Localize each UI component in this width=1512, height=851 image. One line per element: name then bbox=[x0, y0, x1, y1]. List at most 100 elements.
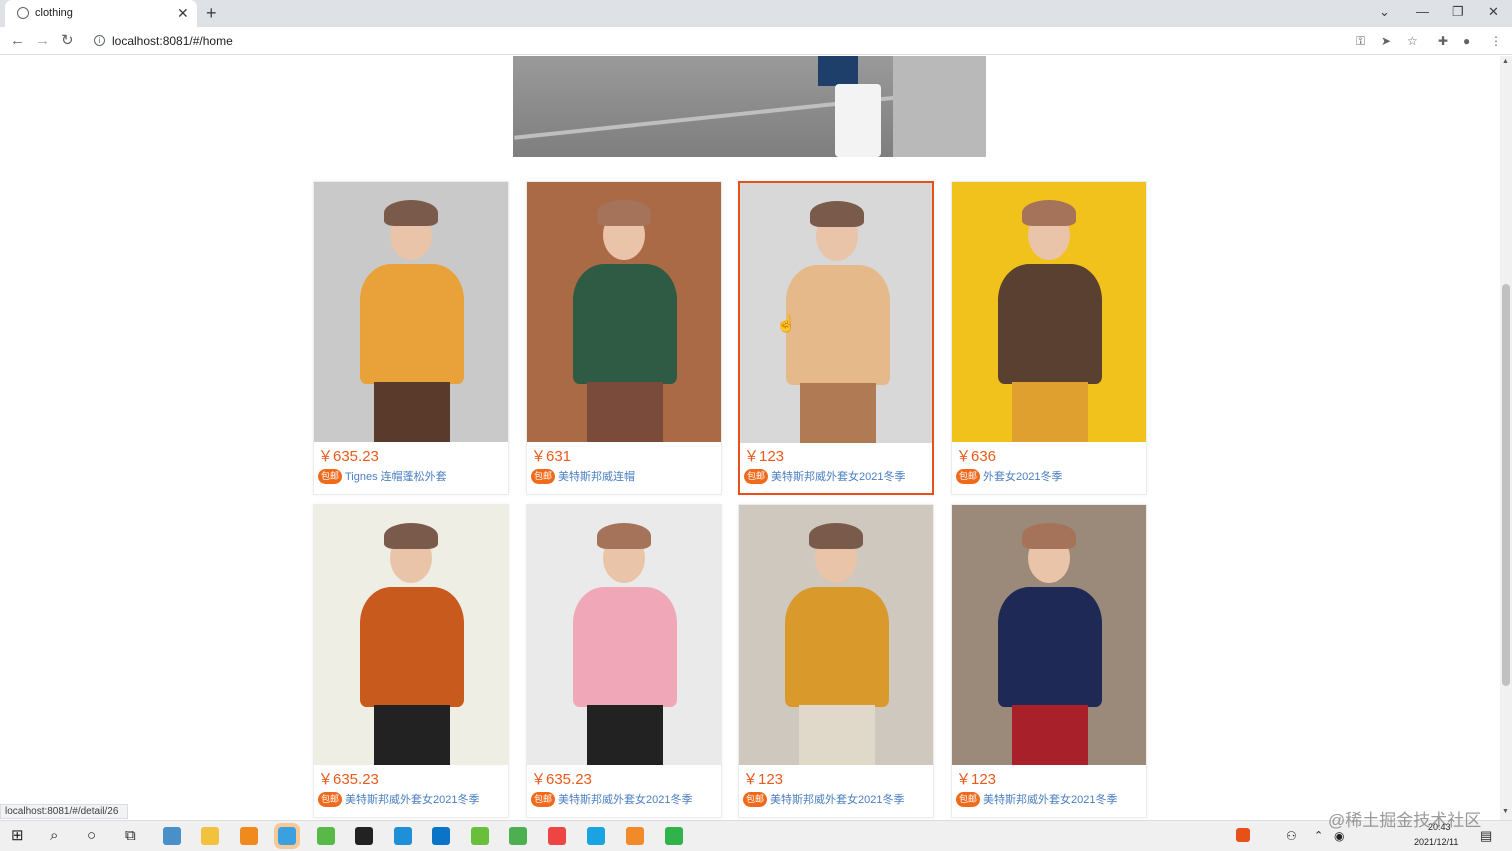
page-scrollbar[interactable]: ▲ ▼ bbox=[1500, 56, 1512, 820]
send-icon[interactable]: ➤ bbox=[1381, 34, 1391, 48]
globe-icon bbox=[17, 7, 29, 19]
minimize-icon[interactable]: — bbox=[1416, 4, 1429, 20]
product-card[interactable]: ￥635.23 包邮 美特斯邦威外套女2021冬季 bbox=[526, 504, 722, 818]
tray-app-icon[interactable] bbox=[1236, 828, 1250, 842]
product-image[interactable] bbox=[314, 182, 508, 442]
ie-icon[interactable] bbox=[394, 827, 412, 845]
app-icon-5[interactable] bbox=[317, 827, 335, 845]
close-icon[interactable]: ✕ bbox=[177, 5, 189, 21]
forward-icon[interactable]: → bbox=[35, 32, 50, 50]
product-image[interactable] bbox=[314, 505, 508, 765]
extensions-icon[interactable]: ✚ bbox=[1438, 34, 1448, 48]
product-title[interactable]: 美特斯邦威外套女2021冬季 bbox=[770, 791, 904, 807]
product-image[interactable] bbox=[739, 505, 933, 765]
people-icon[interactable]: ⚇ bbox=[1286, 827, 1297, 845]
product-card[interactable]: ￥123 包邮 美特斯邦威外套女2021冬季 bbox=[738, 504, 934, 818]
new-tab-icon[interactable]: + bbox=[206, 3, 217, 23]
banner-curb bbox=[893, 56, 986, 157]
model-hat bbox=[384, 523, 438, 549]
file-explorer-icon[interactable] bbox=[201, 827, 219, 845]
key-icon[interactable]: ⚿ bbox=[1356, 34, 1365, 48]
page-content: ￥635.23 包邮 Tignes 连帽蓬松外套 ￥631 包邮 美特斯邦威连帽 ￥123 包… bbox=[0, 56, 1500, 820]
product-title[interactable]: Tignes 连帽蓬松外套 bbox=[345, 468, 447, 484]
product-image[interactable] bbox=[952, 505, 1146, 765]
screen: clothing ✕ + ⌄ — ❐ ✕ ← → ↻ i localhost:8… bbox=[0, 0, 1512, 851]
carousel-banner[interactable] bbox=[513, 56, 986, 157]
product-image[interactable] bbox=[740, 183, 932, 443]
model-bottom bbox=[587, 382, 663, 442]
terminal-icon[interactable] bbox=[355, 827, 373, 845]
tray-expand-icon[interactable]: ⌃ bbox=[1314, 827, 1323, 845]
model-hat bbox=[384, 200, 438, 226]
taskbar-date[interactable]: 2021/12/11 bbox=[1414, 837, 1458, 847]
browser-tab[interactable]: clothing ✕ bbox=[5, 0, 197, 27]
url-text[interactable]: localhost:8081/#/home bbox=[112, 34, 233, 48]
product-desc-row: 包邮 美特斯邦威外套女2021冬季 bbox=[318, 790, 479, 808]
window-close-icon[interactable]: ✕ bbox=[1488, 4, 1499, 20]
scroll-down-icon[interactable]: ▼ bbox=[1502, 808, 1509, 815]
restore-icon[interactable]: ❐ bbox=[1452, 4, 1464, 20]
product-title[interactable]: 美特斯邦威外套女2021冬季 bbox=[771, 468, 905, 484]
model-bottom bbox=[587, 705, 663, 765]
product-image[interactable] bbox=[952, 182, 1146, 442]
product-image[interactable] bbox=[527, 505, 721, 765]
model-bottom bbox=[800, 383, 876, 443]
product-card[interactable]: ￥123 包邮 美特斯邦威外套女2021冬季 bbox=[738, 181, 934, 495]
scroll-up-icon[interactable]: ▲ bbox=[1502, 58, 1509, 65]
banner-luggage bbox=[835, 84, 881, 157]
hand-cursor-icon: ☝ bbox=[776, 316, 796, 333]
chrome-icon[interactable] bbox=[548, 827, 566, 845]
product-title[interactable]: 美特斯邦威连帽 bbox=[558, 468, 635, 484]
search-icon[interactable]: ⌕ bbox=[50, 827, 58, 845]
app-icon-1[interactable] bbox=[163, 827, 181, 845]
model-top bbox=[573, 587, 677, 707]
product-card[interactable]: ￥635.23 包邮 美特斯邦威外套女2021冬季 bbox=[313, 504, 509, 818]
star-icon[interactable]: ☆ bbox=[1407, 34, 1418, 48]
windows-start-icon[interactable]: ⊞ bbox=[11, 827, 24, 845]
notification-icon[interactable]: ▤ bbox=[1480, 827, 1492, 845]
profile-icon[interactable]: ● bbox=[1463, 34, 1470, 48]
product-card[interactable]: ￥636 包邮 外套女2021冬季 bbox=[951, 181, 1147, 495]
free-shipping-badge: 包邮 bbox=[956, 468, 980, 484]
menu-icon[interactable]: ⋮ bbox=[1490, 34, 1502, 48]
product-card[interactable]: ￥631 包邮 美特斯邦威连帽 bbox=[526, 181, 722, 495]
reload-icon[interactable]: ↻ bbox=[61, 32, 74, 50]
active-app-icon[interactable] bbox=[274, 823, 300, 849]
product-title[interactable]: 美特斯邦威外套女2021冬季 bbox=[345, 791, 479, 807]
product-price: ￥636 bbox=[956, 448, 997, 465]
product-card[interactable]: ￥635.23 包邮 Tignes 连帽蓬松外套 bbox=[313, 181, 509, 495]
edge-icon[interactable] bbox=[587, 827, 605, 845]
windows-taskbar: ⊞ ⌕ ○ ⧉ ⚇ ⌃ ◉ 20:43 2021/12/11 ▤ bbox=[0, 820, 1512, 851]
vscode-icon[interactable] bbox=[432, 827, 450, 845]
model-top bbox=[998, 264, 1102, 384]
scroll-thumb[interactable] bbox=[1502, 284, 1510, 686]
product-desc-row: 包邮 美特斯邦威连帽 bbox=[531, 467, 635, 485]
product-image[interactable] bbox=[527, 182, 721, 442]
app-icon-10[interactable] bbox=[509, 827, 527, 845]
model-bottom bbox=[799, 705, 875, 765]
free-shipping-badge: 包邮 bbox=[318, 468, 342, 484]
cortana-icon[interactable]: ○ bbox=[87, 827, 96, 845]
product-price: ￥123 bbox=[744, 448, 785, 465]
app-icon-9[interactable] bbox=[471, 827, 489, 845]
info-icon[interactable]: i bbox=[94, 35, 105, 46]
search-app-icon[interactable] bbox=[240, 827, 258, 845]
product-card[interactable]: ￥123 包邮 美特斯邦威外套女2021冬季 bbox=[951, 504, 1147, 818]
back-icon[interactable]: ← bbox=[10, 32, 25, 50]
model-hat bbox=[1022, 523, 1076, 549]
product-title[interactable]: 外套女2021冬季 bbox=[983, 468, 1062, 484]
app-icon-13[interactable] bbox=[626, 827, 644, 845]
model-top bbox=[785, 587, 889, 707]
tab-search-icon[interactable]: ⌄ bbox=[1379, 4, 1390, 20]
address-bar[interactable]: i localhost:8081/#/home bbox=[86, 30, 1346, 52]
product-desc-row: 包邮 外套女2021冬季 bbox=[956, 467, 1062, 485]
model-bottom bbox=[1012, 382, 1088, 442]
browser-toolbar: ← → ↻ i localhost:8081/#/home ⚿ ➤ ☆ ✚ ● … bbox=[0, 27, 1512, 55]
product-title[interactable]: 美特斯邦威外套女2021冬季 bbox=[558, 791, 692, 807]
hbuilder-icon[interactable] bbox=[665, 827, 683, 845]
product-title[interactable]: 美特斯邦威外套女2021冬季 bbox=[983, 791, 1117, 807]
model-hat bbox=[1022, 200, 1076, 226]
product-price: ￥631 bbox=[531, 448, 572, 465]
task-view-icon[interactable]: ⧉ bbox=[125, 827, 136, 845]
product-price: ￥123 bbox=[956, 771, 997, 788]
